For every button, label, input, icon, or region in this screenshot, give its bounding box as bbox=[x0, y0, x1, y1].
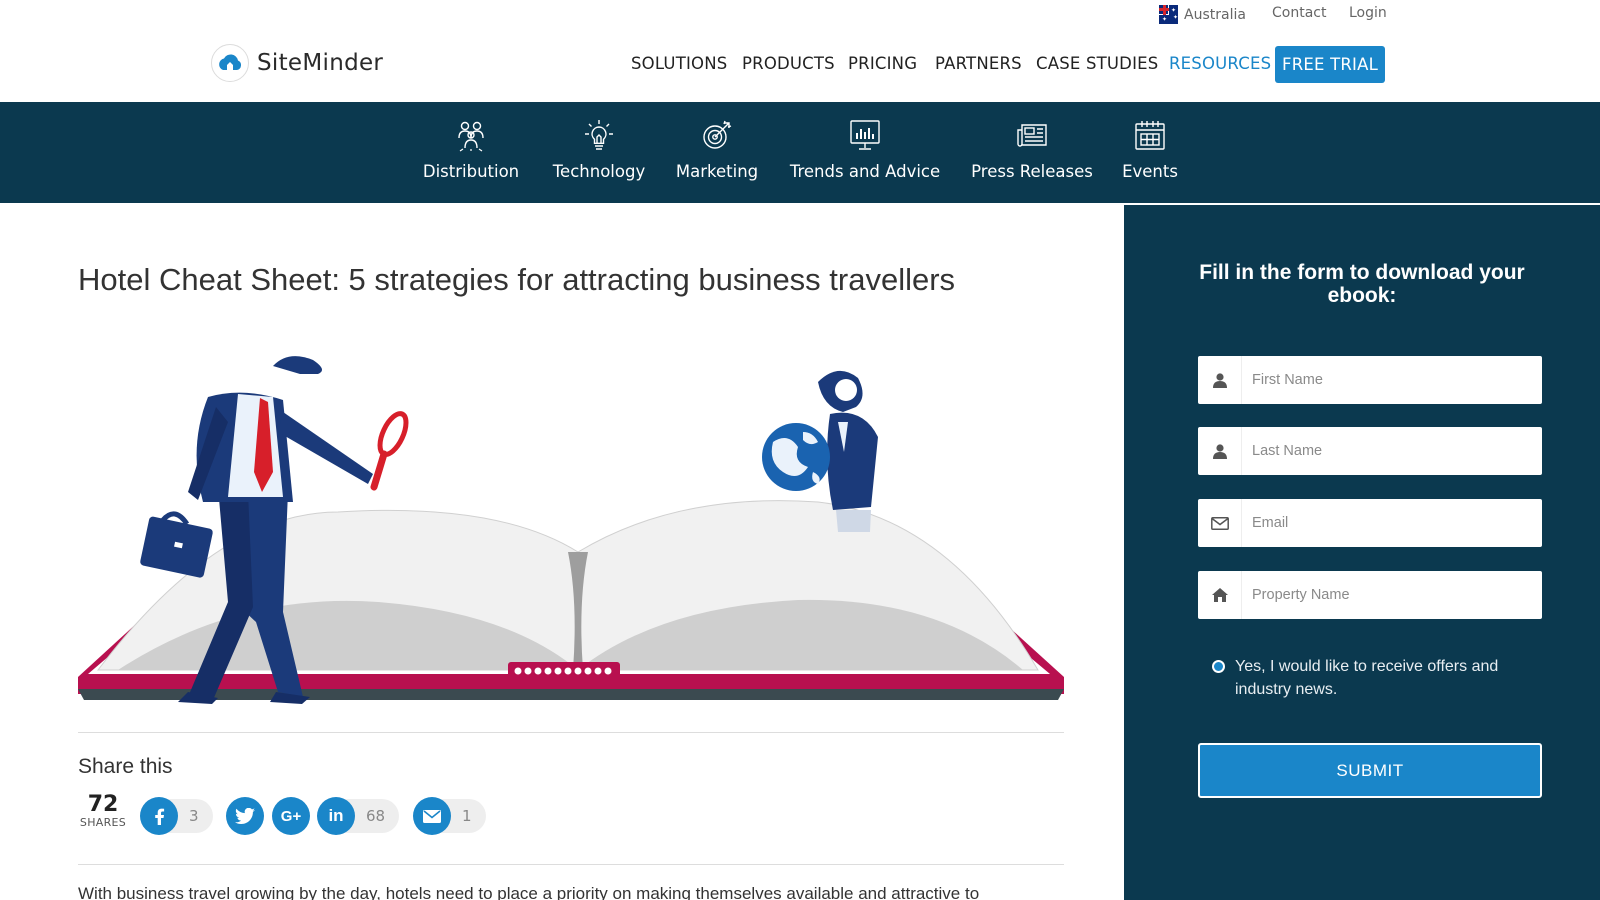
nav-pricing[interactable]: PRICING bbox=[848, 54, 917, 73]
subnav-label: Press Releases bbox=[971, 162, 1093, 181]
home-icon bbox=[1198, 571, 1242, 619]
share-email-button[interactable]: 1 bbox=[413, 797, 486, 835]
calendar-icon bbox=[1135, 121, 1165, 150]
nav-resources[interactable]: RESOURCES bbox=[1169, 54, 1271, 73]
submit-button[interactable]: SUBMIT bbox=[1198, 743, 1542, 798]
ebook-form-panel: Fill in the form to download your ebook:… bbox=[1124, 203, 1600, 900]
consent-radio[interactable] bbox=[1212, 660, 1225, 673]
email-field bbox=[1198, 499, 1542, 547]
nav-case-studies[interactable]: CASE STUDIES bbox=[1036, 54, 1158, 73]
marketing-consent[interactable]: Yes, I would like to receive offers and … bbox=[1212, 655, 1542, 701]
share-facebook-button[interactable]: 3 bbox=[140, 797, 213, 835]
twitter-icon bbox=[226, 797, 264, 835]
lightbulb-icon bbox=[585, 120, 613, 150]
siteminder-logo[interactable]: SiteMinder bbox=[211, 44, 383, 82]
subnav-label: Technology bbox=[552, 162, 646, 181]
subnav-label: Trends and Advice bbox=[789, 162, 941, 181]
user-icon bbox=[1198, 356, 1242, 404]
share-total-label: SHARES bbox=[79, 816, 127, 829]
nav-partners[interactable]: PARTNERS bbox=[935, 54, 1022, 73]
hero-illustration bbox=[78, 356, 1064, 704]
share-twitter-button[interactable] bbox=[226, 797, 264, 835]
first-name-field bbox=[1198, 356, 1542, 404]
target-icon bbox=[703, 120, 732, 149]
share-heading: Share this bbox=[78, 755, 173, 778]
last-name-input[interactable] bbox=[1242, 428, 1542, 474]
property-name-input[interactable] bbox=[1242, 572, 1542, 618]
presentation-chart-icon bbox=[850, 120, 880, 150]
subnav-label: Distribution bbox=[422, 162, 520, 181]
subnav-item-press[interactable]: Press Releases bbox=[969, 102, 1095, 203]
resources-subnav: Distribution Technology Marketing Trends… bbox=[0, 102, 1600, 203]
nav-solutions[interactable]: SOLUTIONS bbox=[631, 54, 727, 73]
share-total: 72 SHARES bbox=[78, 792, 128, 830]
region-label: Australia bbox=[1184, 6, 1246, 23]
main-header: SiteMinder SOLUTIONS PRODUCTS PRICING PA… bbox=[0, 28, 1600, 102]
cloud-logo-icon bbox=[211, 44, 249, 82]
first-name-input[interactable] bbox=[1242, 357, 1542, 403]
utility-bar: ✦ ✦ ✦ Australia Contact Login bbox=[0, 0, 1600, 28]
brand-name: SiteMinder bbox=[257, 50, 384, 76]
share-total-number: 72 bbox=[87, 792, 119, 817]
subnav-item-events[interactable]: Events bbox=[1115, 102, 1185, 203]
contact-link[interactable]: Contact bbox=[1272, 5, 1326, 21]
subnav-label: Events bbox=[1122, 162, 1178, 181]
login-link[interactable]: Login bbox=[1349, 5, 1387, 21]
subnav-item-trends[interactable]: Trends and Advice bbox=[790, 102, 940, 203]
share-divider-top bbox=[78, 732, 1064, 733]
subnav-item-distribution[interactable]: Distribution bbox=[423, 102, 519, 203]
envelope-icon bbox=[1198, 499, 1242, 547]
subnav-label: Marketing bbox=[675, 162, 759, 181]
share-divider-bottom bbox=[78, 864, 1064, 865]
facebook-icon bbox=[140, 797, 178, 835]
free-trial-button[interactable]: FREE TRIAL bbox=[1275, 46, 1385, 83]
article-body-text: With business travel growing by the day,… bbox=[78, 884, 980, 900]
property-name-field bbox=[1198, 571, 1542, 619]
australia-flag-icon: ✦ ✦ ✦ bbox=[1159, 5, 1178, 24]
nav-products[interactable]: PRODUCTS bbox=[742, 54, 835, 73]
email-input[interactable] bbox=[1242, 500, 1542, 546]
user-icon bbox=[1198, 427, 1242, 475]
subnav-item-marketing[interactable]: Marketing bbox=[675, 102, 759, 203]
newspaper-icon bbox=[1017, 124, 1047, 147]
linkedin-icon: in bbox=[317, 797, 355, 835]
share-google-plus-button[interactable]: G+ bbox=[272, 797, 310, 835]
form-title: Fill in the form to download your ebook: bbox=[1199, 261, 1525, 307]
subnav-item-technology[interactable]: Technology bbox=[551, 102, 647, 203]
consent-label: Yes, I would like to receive offers and … bbox=[1235, 658, 1499, 698]
last-name-field bbox=[1198, 427, 1542, 475]
article-title: Hotel Cheat Sheet: 5 strategies for attr… bbox=[78, 262, 956, 297]
email-icon bbox=[413, 797, 451, 835]
share-linkedin-button[interactable]: in 68 bbox=[317, 797, 400, 835]
people-group-icon bbox=[458, 121, 484, 152]
region-selector[interactable]: ✦ ✦ ✦ Australia bbox=[1159, 5, 1246, 24]
google-plus-icon: G+ bbox=[272, 797, 310, 835]
